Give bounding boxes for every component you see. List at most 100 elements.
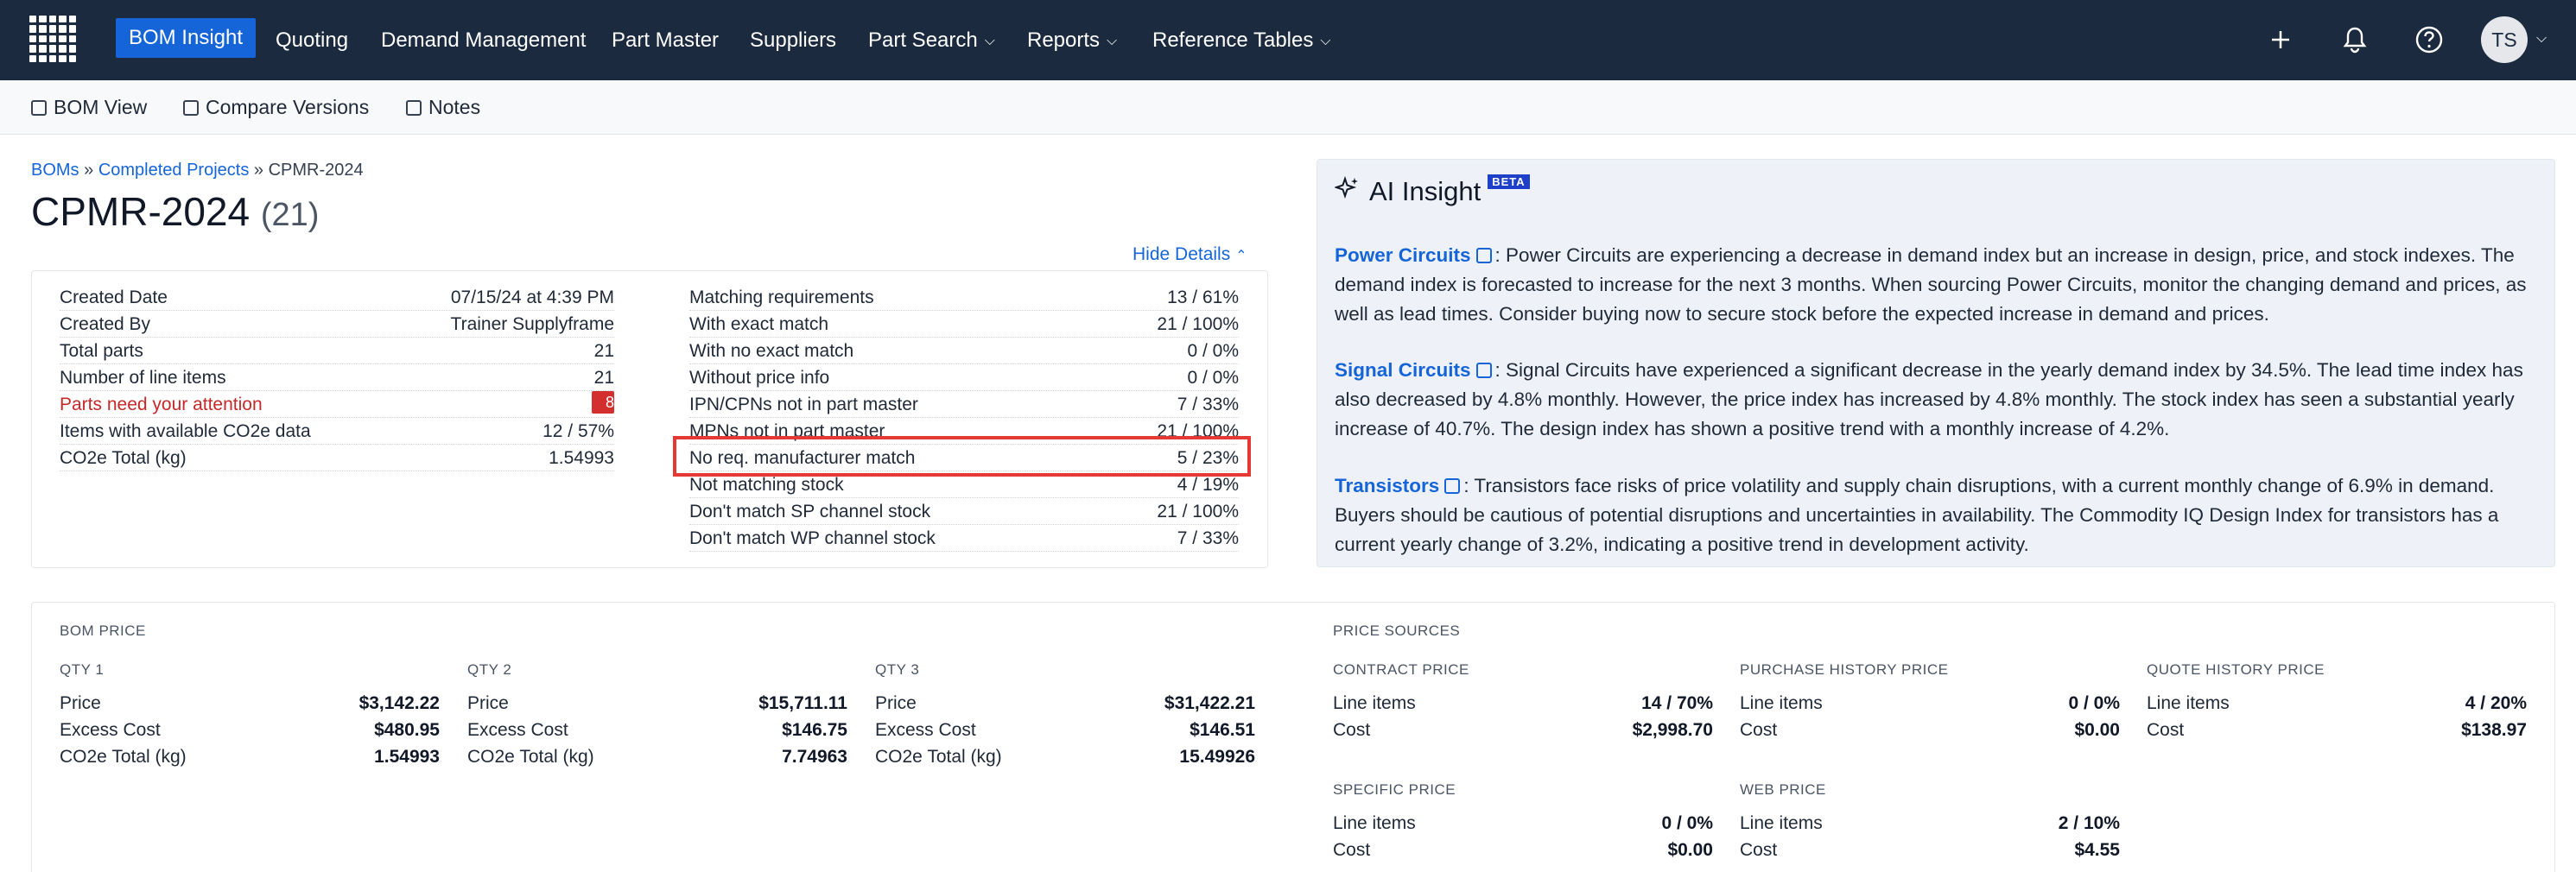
ai-topic-link[interactable]: Signal Circuits — [1335, 359, 1471, 381]
beta-badge: BETA — [1488, 174, 1530, 189]
bom-details-panel: Created Date 07/15/24 at 4:39 PM Created B… — [31, 270, 1268, 568]
price-source-value: $138.97 — [2461, 720, 2527, 740]
detail-label: CO2e Total (kg) — [60, 448, 187, 468]
detail-value: 0 / 0% — [1187, 368, 1239, 388]
price-source-value: $2,998.70 — [1632, 720, 1713, 740]
detail-value: 1.54993 — [549, 448, 614, 468]
qty-heading: QTY 3 — [875, 661, 920, 678]
price-label: Price — [60, 693, 101, 713]
price-value: 7.74963 — [782, 747, 847, 767]
detail-row: IPN/CPNs not in part master 7 / 33% — [689, 391, 1239, 418]
detail-label: Parts need your attention — [60, 395, 263, 414]
price-row: CO2e Total (kg) 1.54993 — [60, 743, 440, 770]
detail-label: Matching requirements — [689, 288, 874, 307]
nav-demand-management[interactable]: Demand Management — [381, 0, 586, 80]
ai-topic-link[interactable]: Power Circuits — [1335, 244, 1471, 266]
nav-reference-tables[interactable]: Reference Tables ⌵ — [1152, 0, 1330, 80]
detail-value: 13 / 61% — [1167, 288, 1239, 307]
price-source-label: Line items — [1333, 813, 1416, 833]
chevron-down-icon: ⌵ — [1320, 34, 1331, 48]
price-source-row: Line items 14 / 70% — [1333, 690, 1713, 717]
hide-details-link[interactable]: Hide Details ⌃ — [1133, 244, 1247, 265]
nav-bom-insight[interactable]: BOM Insight — [116, 18, 256, 58]
price-source-row: Cost $0.00 — [1740, 717, 2120, 743]
ai-insight-text: : Signal Circuits have experienced a sig… — [1335, 359, 2523, 439]
breadcrumb-separator: » — [253, 161, 264, 180]
page-title: CPMR-2024 (21) — [31, 188, 319, 235]
nav-suppliers[interactable]: Suppliers — [750, 0, 836, 80]
price-label: Excess Cost — [60, 720, 161, 740]
price-source-row: Cost $2,998.70 — [1333, 717, 1713, 743]
detail-value: 07/15/24 at 4:39 PM — [450, 288, 614, 307]
app-logo-icon[interactable] — [29, 16, 76, 62]
breadcrumb-boms[interactable]: BOMs — [31, 161, 79, 180]
nav-reports-label: Reports — [1027, 28, 1101, 52]
top-nav: BOM Insight Quoting Demand Management Pa… — [0, 0, 2576, 80]
detail-row: Created By Trainer Supplyframe — [60, 311, 614, 338]
cube-icon[interactable] — [1444, 478, 1461, 494]
chevron-down-icon[interactable]: ⌵ — [2536, 31, 2547, 47]
nav-reports[interactable]: Reports ⌵ — [1027, 0, 1117, 80]
price-source-heading: CONTRACT PRICE — [1333, 661, 1469, 678]
ai-insight-text: : Transistors face risks of price volati… — [1335, 475, 2499, 555]
detail-value: 21 / 100% — [1157, 502, 1239, 521]
bom-view-tab[interactable]: BOM View — [31, 80, 147, 135]
price-source-label: Cost — [1333, 720, 1371, 740]
bom-price-heading: BOM PRICE — [60, 622, 146, 639]
detail-label: Number of line items — [60, 368, 226, 388]
highlight-box — [673, 436, 1251, 477]
price-source-row: Cost $4.55 — [1740, 837, 2120, 863]
price-source-label: Cost — [1740, 840, 1778, 860]
nav-reference-tables-label: Reference Tables — [1152, 28, 1314, 52]
ai-insight-title: AI Insight BETA — [1333, 174, 1530, 208]
cube-icon[interactable] — [1475, 363, 1492, 378]
detail-row: Parts need your attention 8 — [60, 391, 614, 418]
detail-row: Matching requirements 13 / 61% — [689, 284, 1239, 311]
price-source-row: Cost $0.00 — [1333, 837, 1713, 863]
detail-row: Without price info 0 / 0% — [689, 364, 1239, 391]
price-value: $3,142.22 — [358, 693, 440, 713]
help-icon[interactable] — [2412, 22, 2446, 57]
notes-icon — [406, 100, 422, 116]
user-avatar[interactable]: TS — [2481, 16, 2528, 63]
add-icon[interactable] — [2263, 22, 2298, 57]
notes-tab[interactable]: Notes — [406, 80, 480, 135]
cube-icon[interactable] — [1475, 248, 1492, 263]
bom-count: (21) — [260, 197, 320, 233]
nav-part-master[interactable]: Part Master — [612, 0, 719, 80]
attention-count-badge: 8 — [592, 391, 614, 414]
compare-icon — [183, 100, 199, 116]
bom-name: CPMR-2024 — [31, 189, 251, 234]
ai-insight-label: AI Insight — [1369, 176, 1482, 206]
price-label: Excess Cost — [467, 720, 568, 740]
price-row: Price $15,711.11 — [467, 690, 847, 717]
compare-versions-tab[interactable]: Compare Versions — [183, 80, 369, 135]
price-source-row: Line items 2 / 10% — [1740, 810, 2120, 837]
detail-value: Trainer Supplyframe — [450, 314, 614, 334]
ai-topic-link[interactable]: Transistors — [1335, 475, 1439, 496]
price-source-value: $0.00 — [1667, 840, 1713, 860]
price-panel: BOM PRICE QTY 1 Price $3,142.22 Excess Cost… — [31, 602, 2555, 872]
price-source-row: Cost $138.97 — [2147, 717, 2527, 743]
detail-label: Don't match SP channel stock — [689, 502, 931, 521]
bell-icon[interactable] — [2338, 22, 2372, 57]
ai-insight-item: Transistors: Transistors face risks of p… — [1335, 471, 2544, 559]
compare-versions-label: Compare Versions — [206, 96, 370, 118]
detail-label: Created Date — [60, 288, 168, 307]
detail-label: Without price info — [689, 368, 830, 388]
price-source-value: 14 / 70% — [1641, 693, 1713, 713]
detail-label: Created By — [60, 314, 151, 334]
price-source-label: Cost — [2147, 720, 2185, 740]
notes-label: Notes — [428, 96, 481, 118]
price-source-value: 0 / 0% — [2068, 693, 2120, 713]
breadcrumb-completed-projects[interactable]: Completed Projects — [98, 161, 250, 180]
price-source-label: Line items — [1740, 693, 1823, 713]
nav-part-search-label: Part Search — [868, 28, 978, 52]
price-row: Price $31,422.21 — [875, 690, 1255, 717]
price-row: Price $3,142.22 — [60, 690, 440, 717]
nav-quoting[interactable]: Quoting — [276, 0, 348, 80]
price-value: $146.51 — [1190, 720, 1255, 740]
price-value: $31,422.21 — [1164, 693, 1255, 713]
nav-part-search[interactable]: Part Search ⌵ — [868, 0, 995, 80]
price-row: Excess Cost $146.75 — [467, 717, 847, 743]
